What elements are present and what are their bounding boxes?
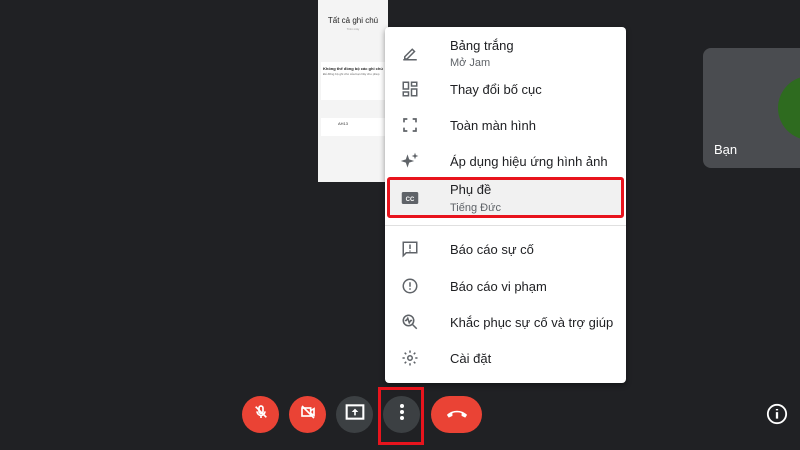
feedback-icon	[399, 238, 421, 260]
menu-item-fullscreen[interactable]: Toàn màn hình	[385, 113, 626, 137]
end-call-button[interactable]	[431, 396, 482, 433]
sync-card-text: Để đồng bộ ghi chú của bạn hãy cho phép	[323, 72, 380, 76]
report-icon	[399, 275, 421, 297]
hang-up-icon	[446, 406, 468, 424]
menu-item-label: Toàn màn hình	[450, 117, 537, 133]
shared-subtitle: Trên mây	[346, 27, 360, 31]
menu-item-captions[interactable]: CC Phụ đề Tiếng Đức	[385, 180, 626, 216]
highlight-box	[378, 387, 424, 445]
menu-item-troubleshoot[interactable]: Khắc phục sự cố và trợ giúp	[385, 310, 626, 334]
mic-toggle-button[interactable]	[242, 396, 279, 433]
menu-item-label: Bảng trắng	[450, 38, 514, 53]
menu-divider	[385, 225, 626, 226]
menu-item-sublabel: Mở Jam	[450, 57, 491, 69]
sparkle-icon	[399, 150, 421, 172]
menu-item-label: Cài đặt	[450, 350, 492, 366]
mic-off-icon	[253, 404, 269, 425]
camera-toggle-button[interactable]	[289, 396, 326, 433]
info-button[interactable]	[766, 403, 788, 425]
menu-item-whiteboard[interactable]: Bảng trắng Mở Jam	[385, 35, 626, 71]
menu-item-label: Báo cáo vi phạm	[450, 278, 547, 294]
note-item: AH13	[321, 118, 385, 136]
self-video-tile[interactable]: Bạn	[703, 48, 800, 168]
shared-title: Tất cả ghi chú	[327, 16, 379, 25]
menu-item-change-layout[interactable]: Thay đổi bố cục	[385, 77, 626, 101]
menu-item-label: Thay đổi bố cục	[450, 81, 542, 97]
menu-item-label: Áp dụng hiệu ứng hình ảnh	[450, 153, 608, 169]
pencil-icon	[399, 42, 421, 64]
present-screen-icon	[345, 403, 365, 426]
info-icon	[766, 403, 788, 429]
camera-off-icon	[299, 404, 317, 425]
menu-item-label: Phụ đề	[450, 182, 492, 197]
gear-icon	[399, 347, 421, 369]
fullscreen-icon	[399, 114, 421, 136]
avatar	[778, 76, 800, 140]
troubleshoot-icon	[399, 311, 421, 333]
closed-caption-icon: CC	[399, 187, 421, 209]
sync-card-title: Không thể đồng bộ các ghi chú	[323, 66, 383, 71]
present-screen-button[interactable]	[336, 396, 373, 433]
menu-item-visual-effects[interactable]: Áp dụng hiệu ứng hình ảnh	[385, 149, 626, 173]
more-options-menu: Bảng trắng Mở Jam Thay đổi bố cục Toàn m…	[385, 27, 626, 383]
self-name: Bạn	[714, 142, 738, 157]
svg-text:CC: CC	[406, 197, 415, 203]
menu-item-label: Báo cáo sự cố	[450, 241, 534, 257]
menu-item-settings[interactable]: Cài đặt	[385, 346, 626, 370]
menu-item-label: Khắc phục sự cố và trợ giúp	[450, 314, 614, 330]
menu-item-report-abuse[interactable]: Báo cáo vi phạm	[385, 274, 626, 298]
menu-item-report-problem[interactable]: Báo cáo sự cố	[385, 237, 626, 261]
sync-card: Không thể đồng bộ các ghi chú Để đồng bộ…	[321, 62, 385, 100]
layout-icon	[399, 78, 421, 100]
shared-screen: Tất cả ghi chú Trên mây Không thể đồng b…	[318, 0, 388, 182]
menu-item-sublabel: Tiếng Đức	[450, 202, 501, 214]
